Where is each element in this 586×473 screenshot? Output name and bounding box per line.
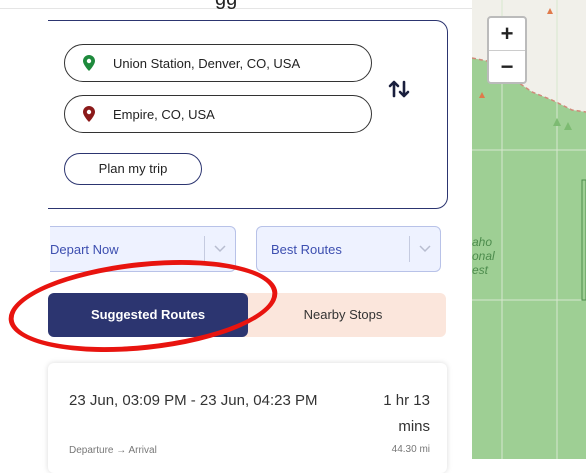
top-strip: gg	[0, 0, 472, 11]
chevron-down-icon	[205, 245, 235, 253]
zoom-in-button[interactable]: +	[489, 18, 525, 50]
swap-vertical-icon[interactable]	[388, 78, 410, 105]
map-label-forest-3: est	[472, 263, 489, 277]
zoom-out-button[interactable]: −	[489, 51, 525, 83]
origin-field[interactable]: Union Station, Denver, CO, USA	[64, 44, 372, 82]
chevron-down-icon	[410, 245, 440, 253]
tab-suggested-routes[interactable]: Suggested Routes	[48, 293, 248, 337]
top-strip-text: gg	[215, 0, 237, 11]
route-duration: 1 hr 13 mins	[383, 392, 430, 435]
routes-dropdown-label: Best Routes	[271, 241, 342, 257]
plan-trip-button[interactable]: Plan my trip	[64, 153, 202, 185]
depart-dropdown[interactable]: Depart Now	[50, 226, 236, 272]
green-pin-icon	[79, 55, 99, 71]
zoom-control: + −	[487, 16, 527, 84]
trip-planner-panel: gg Union Station, Denver, CO, USA Empire…	[0, 0, 472, 473]
destination-text: Empire, CO, USA	[113, 106, 215, 122]
route-time-range: 23 Jun, 03:09 PM - 23 Jun, 04:23 PM	[69, 392, 318, 409]
route-distance: 44.30 mi	[391, 444, 430, 455]
map-label-forest-1: aho	[472, 235, 493, 249]
origin-text: Union Station, Denver, CO, USA	[113, 55, 301, 71]
map-label-forest-2: onal	[472, 249, 495, 263]
routes-dropdown[interactable]: Best Routes	[256, 226, 441, 272]
red-pin-icon	[79, 106, 99, 122]
destination-field[interactable]: Empire, CO, USA	[64, 95, 372, 133]
route-subtitle: Departure → Arrival	[69, 445, 157, 456]
tab-nearby-stops[interactable]: Nearby Stops	[240, 293, 446, 337]
depart-dropdown-label: Depart Now	[50, 241, 119, 257]
